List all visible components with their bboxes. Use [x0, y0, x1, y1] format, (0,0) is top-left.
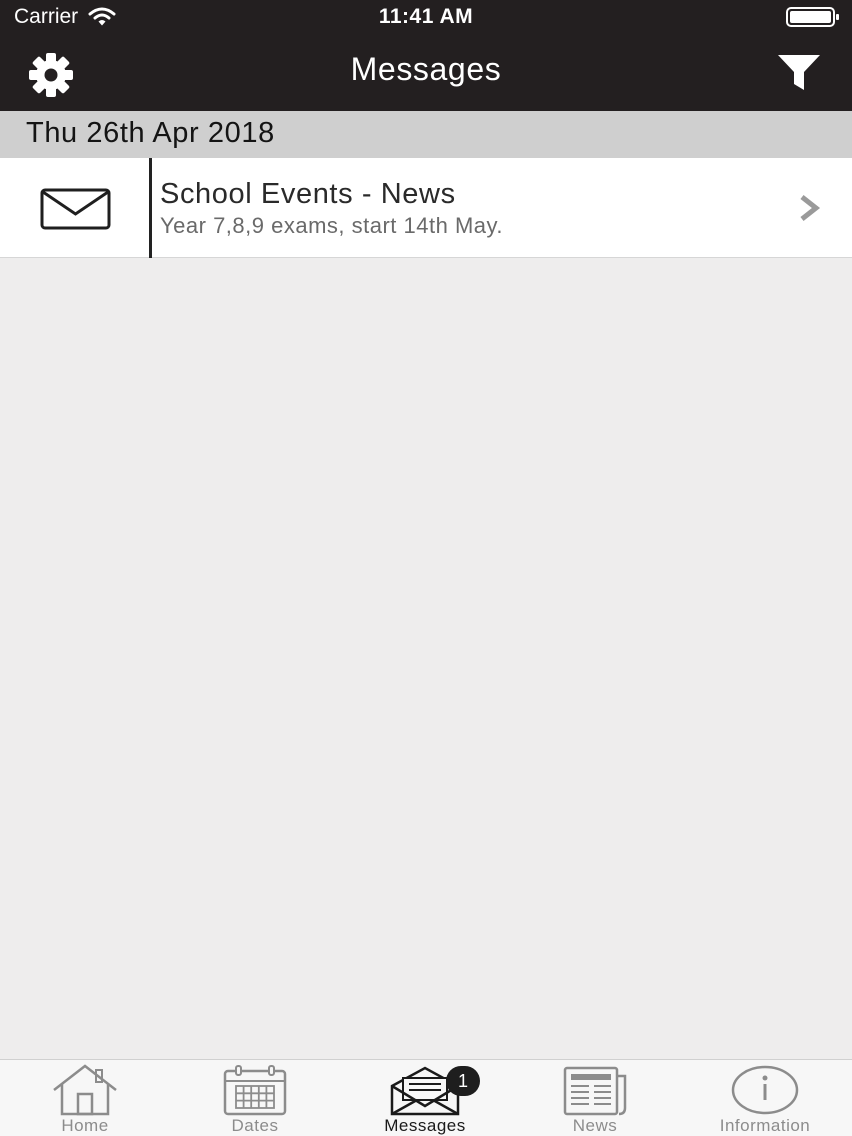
battery-icon [786, 7, 839, 27]
message-row[interactable]: School Events - News Year 7,8,9 exams, s… [0, 158, 852, 258]
tab-messages-label: Messages [384, 1116, 466, 1135]
tab-messages[interactable]: 1 Messages [340, 1060, 510, 1136]
message-divider [149, 158, 152, 258]
top-bar: Carrier 11:41 AM Messages [0, 0, 852, 111]
chevron-right-icon [800, 195, 821, 221]
tab-dates[interactable]: Dates [170, 1060, 340, 1136]
message-subtitle: Year 7,8,9 exams, start 14th May. [160, 213, 503, 238]
tab-dates-label: Dates [231, 1116, 279, 1135]
tab-information-label: Information [719, 1116, 811, 1135]
unread-badge: 1 [446, 1066, 480, 1096]
filter-icon[interactable] [776, 52, 822, 94]
tab-home[interactable]: Home [0, 1060, 170, 1136]
tab-home-label: Home [61, 1116, 109, 1135]
date-section-header: Thu 26th Apr 2018 [0, 111, 852, 158]
home-icon [53, 1064, 117, 1116]
status-time: 11:41 AM [378, 5, 474, 28]
tab-news[interactable]: News [510, 1060, 680, 1136]
status-bar: Carrier 11:41 AM [0, 0, 852, 34]
navigation-bar: Messages [0, 34, 852, 111]
messages-screen: Carrier 11:41 AM Messages Thu 26th Apr 2… [0, 0, 852, 1136]
calendar-icon [223, 1065, 287, 1116]
message-title: School Events - News [160, 178, 456, 210]
tab-bar: Home Dates 1 Messages News Information [0, 1059, 852, 1136]
envelope-icon [40, 188, 111, 230]
newspaper-icon [563, 1066, 627, 1116]
tab-news-label: News [572, 1116, 618, 1135]
info-icon [731, 1065, 799, 1115]
tab-information[interactable]: Information [680, 1060, 850, 1136]
page-title: Messages [350, 51, 502, 87]
